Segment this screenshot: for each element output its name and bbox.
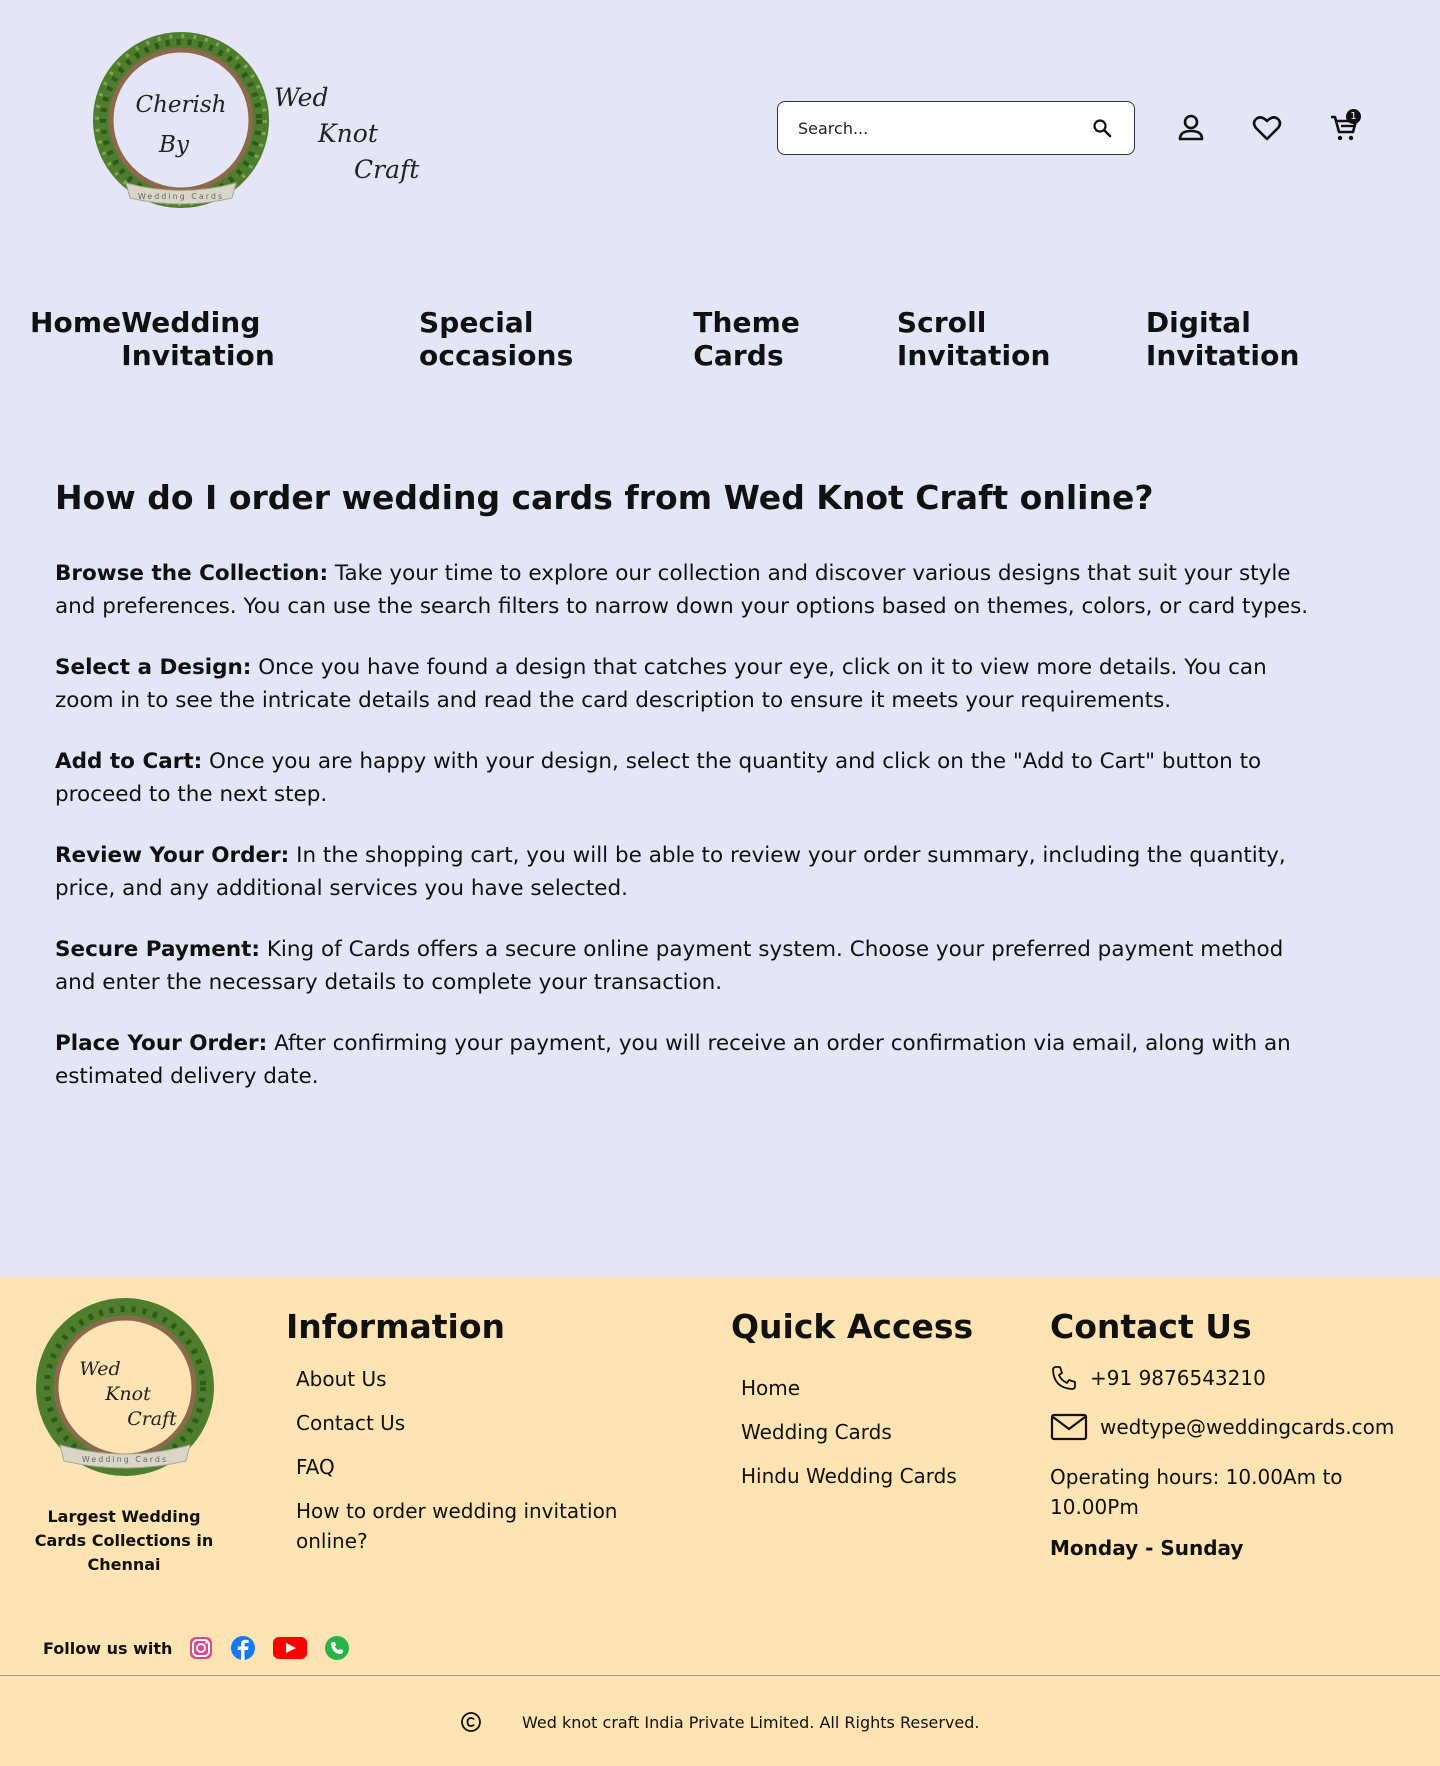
contact-heading: Contact Us <box>1050 1307 1252 1346</box>
wreath-logo-icon: Wedding Cards Cherish By <box>93 32 269 208</box>
site-header: Wedding Cards Cherish By Wed Knot Craft … <box>0 0 1440 372</box>
svg-text:By: By <box>158 132 190 158</box>
footer-link-home[interactable]: Home <box>741 1376 973 1400</box>
svg-text:Wed: Wed <box>79 1358 120 1380</box>
footer-divider <box>0 1675 1440 1676</box>
operating-days: Monday - Sunday <box>1050 1536 1244 1560</box>
youtube-icon[interactable] <box>272 1635 308 1661</box>
search-input[interactable] <box>798 118 1090 138</box>
nav-special-occasions[interactable]: Special occasions <box>419 306 693 372</box>
svg-text:Craft: Craft <box>127 1408 177 1430</box>
page-title: How do I order wedding cards from Wed Kn… <box>55 478 1154 517</box>
step-label: Browse the Collection: <box>55 561 329 586</box>
step-review: Review Your Order: In the shopping cart,… <box>55 839 1315 905</box>
step-label: Review Your Order: <box>55 843 290 868</box>
step-label: Place Your Order: <box>55 1031 268 1056</box>
quick-access-heading: Quick Access <box>731 1307 974 1346</box>
footer-link-contact-us[interactable]: Contact Us <box>296 1408 636 1438</box>
logo-wordmark: Wed Knot Craft <box>274 80 419 188</box>
logo-knot: Knot <box>318 119 378 148</box>
contact-email-text: wedtype@weddingcards.com <box>1100 1415 1395 1439</box>
footer-wreath-logo-icon[interactable]: Wedding Cards Wed Knot Craft <box>30 1295 220 1485</box>
copyright-text: Wed knot craft India Private Limited. Al… <box>522 1712 980 1732</box>
search-box[interactable] <box>777 101 1135 155</box>
nav-scroll-invitation[interactable]: Scroll Invitation <box>897 306 1146 372</box>
footer-link-faq[interactable]: FAQ <box>296 1452 636 1482</box>
social-follow: Follow us with <box>43 1635 366 1661</box>
footer-link-how-to-order[interactable]: How to order wedding invitation online? <box>296 1496 636 1556</box>
footer-tagline: Largest Wedding Cards Collections in Che… <box>34 1507 214 1574</box>
step-add-to-cart: Add to Cart: Once you are happy with you… <box>55 745 1315 811</box>
step-label: Select a Design: <box>55 655 252 680</box>
contact-email[interactable]: wedtype@weddingcards.com <box>1050 1412 1394 1442</box>
copyright: Wed knot craft India Private Limited. Al… <box>460 1711 980 1733</box>
instagram-icon[interactable] <box>188 1635 214 1661</box>
nav-theme-cards[interactable]: Theme Cards <box>693 306 897 372</box>
footer-link-wedding-cards[interactable]: Wedding Cards <box>741 1420 973 1444</box>
copyright-icon <box>461 1712 481 1732</box>
facebook-icon[interactable] <box>230 1635 256 1661</box>
footer-link-hindu-wedding-cards[interactable]: Hindu Wedding Cards <box>741 1464 973 1488</box>
search-icon[interactable] <box>1090 116 1114 140</box>
whatsapp-icon[interactable] <box>324 1635 350 1661</box>
user-account-icon[interactable] <box>1175 112 1207 144</box>
svg-text:Knot: Knot <box>104 1383 151 1405</box>
svg-text:Cherish: Cherish <box>136 92 227 118</box>
footer-information: Information About Us Contact Us FAQ How … <box>286 1307 636 1570</box>
logo-craft: Craft <box>354 155 420 184</box>
svg-text:Wedding Cards: Wedding Cards <box>138 192 224 201</box>
information-heading: Information <box>286 1307 505 1346</box>
svg-text:Wedding Cards: Wedding Cards <box>82 1455 168 1464</box>
footer-contact: Contact Us +91 9876543210 wedtype@weddin… <box>1050 1307 1394 1560</box>
step-label: Add to Cart: <box>55 749 203 774</box>
step-select: Select a Design: Once you have found a d… <box>55 651 1315 717</box>
wishlist-heart-icon[interactable] <box>1251 112 1283 144</box>
step-place-order: Place Your Order: After confirming your … <box>55 1027 1315 1093</box>
faq-content: How do I order wedding cards from Wed Kn… <box>55 478 1315 1121</box>
footer-quick-access: Quick Access Home Wedding Cards Hindu We… <box>731 1307 973 1508</box>
mail-icon <box>1050 1413 1088 1441</box>
logo-wed: Wed <box>274 83 329 112</box>
operating-hours: Operating hours: 10.00Am to 10.00Pm <box>1050 1465 1343 1519</box>
follow-label: Follow us with <box>43 1638 173 1658</box>
step-text: Once you are happy with your design, sel… <box>55 749 1262 807</box>
site-footer: Wedding Cards Wed Knot Craft Largest Wed… <box>0 1277 1440 1766</box>
nav-home[interactable]: Home <box>30 306 121 372</box>
footer-link-about-us[interactable]: About Us <box>296 1364 636 1394</box>
contact-phone[interactable]: +91 9876543210 <box>1050 1364 1394 1392</box>
step-label: Secure Payment: <box>55 937 260 962</box>
step-payment: Secure Payment: King of Cards offers a s… <box>55 933 1315 999</box>
contact-phone-text: +91 9876543210 <box>1090 1366 1266 1390</box>
nav-wedding-invitation[interactable]: Wedding Invitation <box>121 306 419 372</box>
main-nav: Home Wedding Invitation Special occasion… <box>0 306 1440 372</box>
nav-digital-invitation[interactable]: Digital Invitation <box>1146 306 1410 372</box>
cart-count-badge: 1 <box>1346 109 1361 124</box>
phone-icon <box>1052 1366 1076 1390</box>
step-browse: Browse the Collection: Take your time to… <box>55 557 1315 623</box>
brand-logo[interactable]: Wedding Cards Cherish By Wed Knot Craft <box>86 28 419 223</box>
